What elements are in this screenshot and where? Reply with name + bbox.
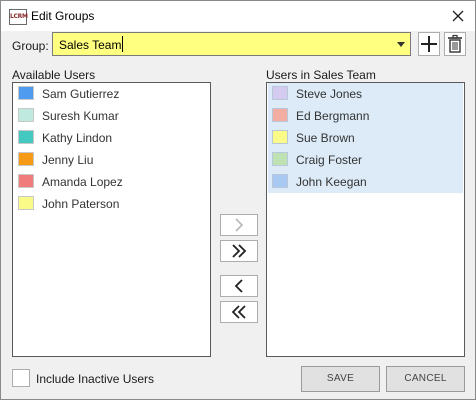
text-cursor [122,36,123,52]
list-item[interactable]: Suresh Kumar [14,105,209,127]
members-label: Users in Sales Team [266,68,376,82]
close-button[interactable] [447,5,469,27]
list-item[interactable]: Steve Jones [268,83,463,105]
list-item[interactable]: John Paterson [14,193,209,215]
remove-selected-button[interactable] [220,275,258,297]
add-selected-button[interactable] [220,214,258,236]
color-swatch [18,152,34,166]
window-title: Edit Groups [31,9,95,23]
chevron-right-icon [235,218,244,232]
list-item[interactable]: Ed Bergmann [268,105,463,127]
include-inactive-checkbox[interactable] [12,369,30,387]
color-swatch [272,152,288,166]
user-name: Suresh Kumar [42,109,119,123]
list-item[interactable]: John Keegan [268,171,463,193]
plus-icon [421,36,437,52]
group-members-list[interactable]: Steve Jones Ed Bergmann Sue Brown Craig … [266,82,465,357]
color-swatch [18,108,34,122]
double-chevron-right-icon [232,244,247,258]
user-name: Steve Jones [296,87,363,101]
color-swatch [272,86,288,100]
add-group-button[interactable] [418,32,440,56]
color-swatch [18,130,34,144]
chevron-down-icon [397,42,405,47]
remove-all-button[interactable] [220,301,258,323]
group-label: Group: [12,39,49,53]
color-swatch [18,174,34,188]
user-name: John Paterson [42,197,120,211]
available-users-label: Available Users [12,68,96,82]
list-item[interactable]: Sam Gutierrez [14,83,209,105]
user-name: Jenny Liu [42,153,94,167]
color-swatch [272,108,288,122]
user-name: Amanda Lopez [42,175,123,189]
add-all-button[interactable] [220,240,258,262]
list-item[interactable]: Kathy Lindon [14,127,209,149]
cancel-button[interactable]: CANCEL [386,366,465,392]
color-swatch [272,174,288,188]
color-swatch [18,196,34,210]
user-name: Ed Bergmann [296,109,370,123]
app-logo-icon: LCRM [9,9,28,25]
chevron-left-icon [234,279,243,293]
available-users-list[interactable]: Sam Gutierrez Suresh Kumar Kathy Lindon … [12,82,211,357]
color-swatch [18,86,34,100]
trash-icon [448,34,462,53]
user-name: John Keegan [296,175,367,189]
user-name: Sam Gutierrez [42,87,120,101]
list-item[interactable]: Amanda Lopez [14,171,209,193]
close-icon [452,10,464,22]
delete-group-button[interactable] [444,32,466,56]
color-swatch [272,130,288,144]
edit-groups-dialog: LCRM Edit Groups Group: Sales Team Avail… [0,0,476,400]
list-item[interactable]: Sue Brown [268,127,463,149]
user-name: Craig Foster [296,153,363,167]
group-dropdown-value: Sales Team [59,38,122,52]
double-chevron-left-icon [231,305,246,319]
list-item[interactable]: Craig Foster [268,149,463,171]
group-dropdown[interactable]: Sales Team [52,32,411,56]
user-name: Kathy Lindon [42,131,113,145]
user-name: Sue Brown [296,131,355,145]
title-bar: LCRM Edit Groups [1,1,475,31]
list-item[interactable]: Jenny Liu [14,149,209,171]
save-button[interactable]: SAVE [301,366,380,392]
include-inactive-label: Include Inactive Users [36,372,155,386]
